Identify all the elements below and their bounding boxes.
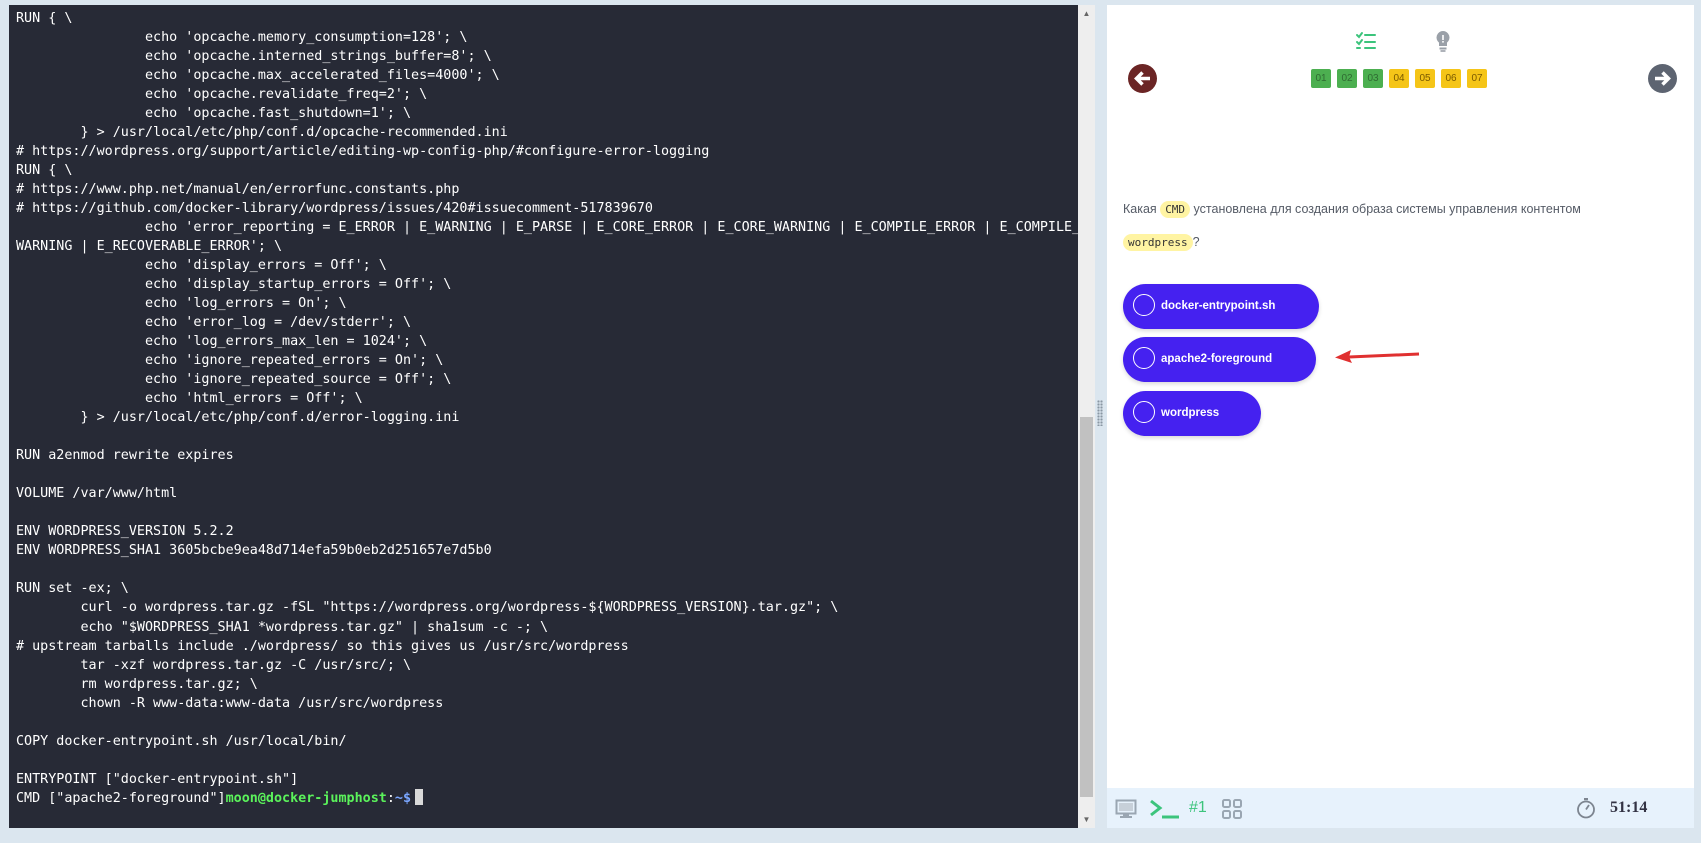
terminal-scrollbar[interactable]: ▲ ▼ (1078, 5, 1095, 828)
radio-circle-icon[interactable] (1133, 294, 1155, 316)
lightbulb-icon[interactable] (1434, 29, 1452, 53)
question-step-07[interactable]: 07 (1467, 69, 1487, 88)
scrollbar-thumb[interactable] (1080, 417, 1093, 797)
terminal-line: COPY docker-entrypoint.sh /usr/local/bin… (16, 733, 347, 749)
terminal-line: ENV WORDPRESS_SHA1 3605bcbe9ea48d714efa5… (16, 543, 492, 559)
radio-circle-icon[interactable] (1133, 347, 1155, 369)
question-step-indicator: 01 02 03 04 05 06 07 (1311, 69, 1487, 91)
terminal-icon[interactable] (1149, 798, 1181, 825)
code-chip-wordpress: wordpress (1123, 234, 1193, 251)
terminal-line: echo "$WORDPRESS_SHA1 *wordpress.tar.gz"… (16, 619, 549, 635)
monitor-icon[interactable] (1115, 799, 1137, 824)
terminal-line: ENV WORDPRESS_VERSION 5.2.2 (16, 524, 234, 540)
answer-label: wordpress (1161, 407, 1220, 419)
prompt-separator: : (386, 790, 395, 806)
question-part: Какая (1123, 202, 1157, 216)
terminal-line: echo 'log_errors_max_len = 1024'; \ (16, 334, 428, 350)
terminal-line: ENTRYPOINT ["docker-entrypoint.sh"] (16, 771, 299, 787)
checklist-icon[interactable] (1354, 29, 1378, 53)
terminal-line: echo 'html_errors = Off'; \ (16, 391, 363, 407)
terminal-line-text: CMD ["apache2-foreground"] (16, 790, 226, 806)
terminal-line: # https://github.com/docker-library/word… (16, 201, 653, 217)
arrow-left-icon (1134, 71, 1150, 86)
code-chip-cmd: CMD (1160, 201, 1191, 218)
prompt-path: ~$ (394, 790, 412, 806)
terminal-line: RUN set -ex; \ (16, 581, 129, 597)
terminal-line: chown -R www-data:www-data /usr/src/word… (16, 695, 444, 711)
terminal-line: tar -xzf wordpress.tar.gz -C /usr/src/; … (16, 657, 412, 673)
terminal-line: # https://wordpress.org/support/article/… (16, 144, 710, 160)
question-mark: ? (1192, 235, 1200, 249)
terminal-line: RUN { \ (16, 163, 73, 179)
question-step-05[interactable]: 05 (1415, 69, 1435, 88)
timer-value: 51:14 (1610, 799, 1648, 816)
question-step-03[interactable]: 03 (1363, 69, 1383, 88)
terminal-line: # upstream tarballs include ./wordpress/… (16, 638, 629, 654)
terminal-line: echo 'opcache.fast_shutdown=1'; \ (16, 106, 412, 122)
terminal-line: echo 'opcache.interned_strings_buffer=8'… (16, 49, 492, 65)
previous-question-button[interactable] (1128, 64, 1157, 93)
question-step-02[interactable]: 02 (1337, 69, 1357, 88)
terminal-line: } > /usr/local/etc/php/conf.d/opcache-re… (16, 125, 508, 141)
terminal-line: echo 'display_errors = Off'; \ (16, 258, 387, 274)
question-step-04[interactable]: 04 (1389, 69, 1409, 88)
next-question-button[interactable] (1648, 64, 1677, 93)
stopwatch-icon (1575, 797, 1597, 824)
answer-label: docker-entrypoint.sh (1161, 300, 1276, 312)
arrow-right-icon (1655, 71, 1671, 86)
terminal-line: echo 'opcache.revalidate_freq=2'; \ (16, 87, 428, 103)
terminal-cursor (415, 788, 424, 805)
terminal-line: echo 'log_errors = On'; \ (16, 296, 347, 312)
terminal-line: RUN a2enmod rewrite expires (16, 448, 234, 464)
terminal-line: # https://www.php.net/manual/en/errorfun… (16, 182, 460, 198)
terminal-line: VOLUME /var/www/html (16, 486, 178, 502)
question-step-01[interactable]: 01 (1311, 69, 1331, 88)
terminal-line: echo 'ignore_repeated_source = Off'; \ (16, 372, 452, 388)
terminal-line: echo 'opcache.memory_consumption=128'; \ (16, 30, 468, 46)
quiz-panel: 01 02 03 04 05 06 07 Какая CMD установлена для… (1107, 5, 1694, 828)
question-text: Какая CMD установлена для создания образ… (1123, 193, 1663, 259)
terminal-line: echo 'display_startup_errors = Off'; \ (16, 277, 452, 293)
question-step-06[interactable]: 06 (1441, 69, 1461, 88)
red-arrow-annotation-icon (1335, 350, 1420, 363)
scroll-down-arrow-icon[interactable]: ▼ (1078, 811, 1095, 828)
terminal-line: curl -o wordpress.tar.gz -fSL "https://w… (16, 600, 839, 616)
terminal-line: } > /usr/local/etc/php/conf.d/error-logg… (16, 410, 460, 426)
prompt-user: moon@docker-jumphost (225, 790, 387, 806)
terminal-output: RUN { \ echo 'opcache.memory_consumption… (16, 9, 1081, 808)
answer-label: apache2-foreground (1161, 353, 1273, 365)
terminal-line: echo 'error_log = /dev/stderr'; \ (16, 315, 412, 331)
terminal-session-label[interactable]: #1 (1189, 798, 1207, 818)
terminal-line: echo 'error_reporting = E_ERROR | E_WARN… (16, 220, 1081, 236)
terminal-line: echo 'opcache.max_accelerated_files=4000… (16, 68, 500, 84)
radio-circle-icon[interactable] (1133, 401, 1155, 423)
terminal-line: rm wordpress.tar.gz; \ (16, 676, 258, 692)
bottom-toolbar: #1 51:14 (1107, 788, 1694, 828)
grid-icon[interactable] (1221, 798, 1243, 825)
terminal-line: RUN { \ (16, 11, 73, 26)
drag-handle-icon[interactable] (1097, 400, 1103, 426)
scroll-up-arrow-icon[interactable]: ▲ (1078, 5, 1095, 22)
terminal-line: WARNING | E_RECOVERABLE_ERROR'; \ (16, 239, 283, 255)
terminal-prompt-line: CMD ["apache2-foreground"]moon@docker-ju… (16, 788, 1078, 808)
panel-splitter[interactable] (1095, 0, 1107, 843)
terminal-window[interactable]: RUN { \ echo 'opcache.memory_consumption… (9, 5, 1095, 828)
answer-option-wordpress[interactable]: wordpress (1123, 391, 1261, 436)
terminal-line: echo 'ignore_repeated_errors = On'; \ (16, 353, 444, 369)
answer-option-apache2-foreground[interactable]: apache2-foreground (1123, 337, 1316, 382)
answer-option-docker-entrypoint[interactable]: docker-entrypoint.sh (1123, 284, 1319, 329)
question-part: установлена для создания образа системы … (1193, 202, 1581, 216)
